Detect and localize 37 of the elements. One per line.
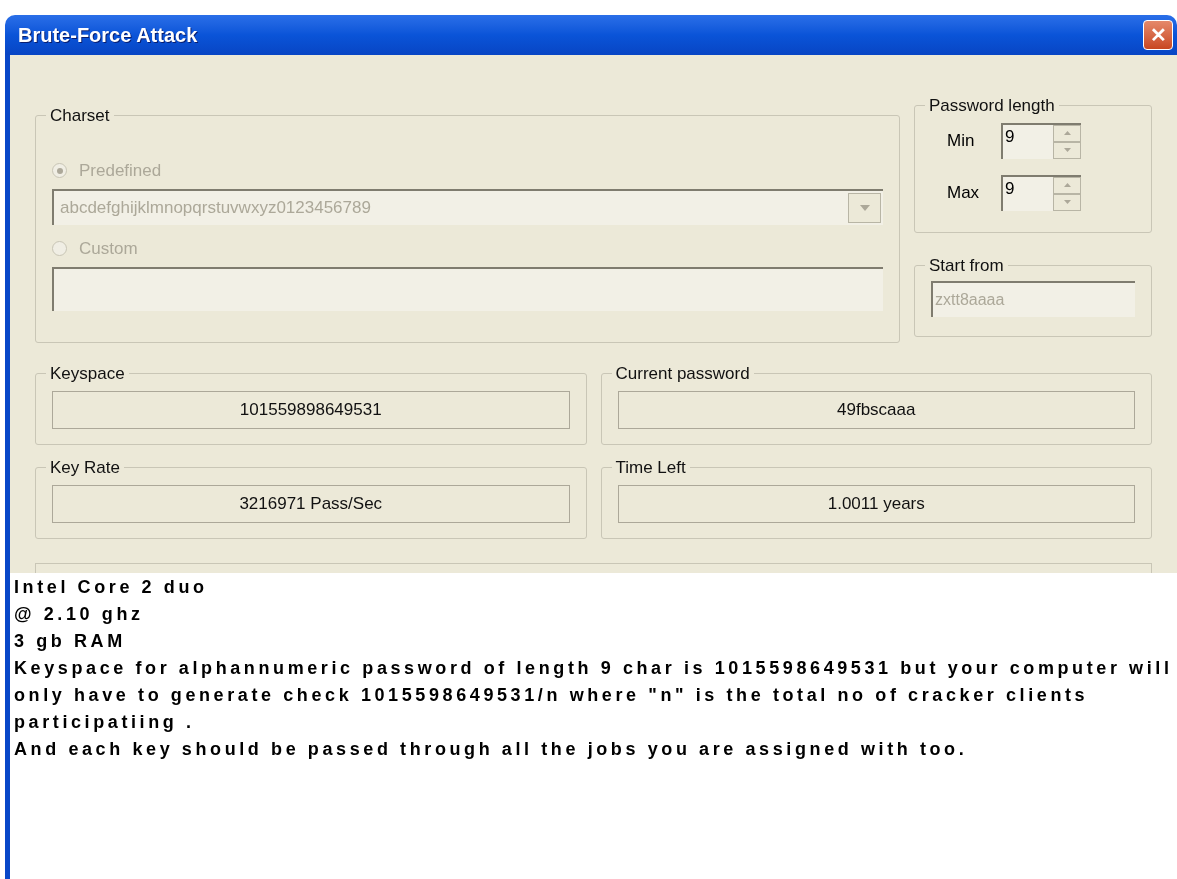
dropdown-value: abcdefghijklmnopqrstuvwxyz0123456789	[59, 196, 372, 219]
group-label: Password length	[928, 95, 1056, 117]
note-paragraph: Keyspace for alphannumeric password of length 9 char is 1015598649531 but your computer will only have to generate check 1015598649531/n where "n" is the total no of cracker clients participatiing .	[14, 657, 1173, 734]
radio-label: Custom	[79, 237, 138, 260]
window-title: Brute-Force Attack	[18, 23, 198, 48]
radio-label: Predefined	[79, 159, 162, 182]
note-line: 3 gb RAM	[14, 630, 127, 653]
field-label: Max	[946, 181, 981, 204]
spin-value: 9	[1004, 177, 1016, 200]
value-text: 3216971 Pass/Sec	[239, 492, 383, 515]
field-label: Min	[946, 129, 976, 152]
up-arrow-icon	[1063, 131, 1071, 135]
group-label: Key Rate	[49, 457, 121, 479]
note-line: @ 2.10 ghz	[14, 603, 145, 626]
down-arrow-icon	[1063, 200, 1071, 204]
dropdown-arrow-button[interactable]	[848, 192, 881, 223]
group-label: Keyspace	[49, 363, 126, 385]
up-arrow-icon	[1063, 183, 1071, 187]
group-label: Charset	[49, 105, 111, 127]
spin-value: 9	[1004, 125, 1016, 148]
custom-charset-field[interactable]	[52, 266, 883, 311]
group-label: Time Left	[614, 457, 687, 479]
value-text: 1.0011 years	[827, 492, 925, 515]
spin-field[interactable]: 9	[1001, 174, 1081, 211]
value-text: 101559898649531	[239, 398, 382, 421]
down-arrow-icon	[1063, 148, 1071, 152]
value-text: 49fbscaaa	[837, 398, 916, 421]
group-label: Start from	[928, 255, 1005, 277]
group-label: Current password	[614, 363, 751, 385]
field-value: zxtt8aaaa	[934, 289, 1005, 310]
note-paragraph: And each key should be passed through all the jobs you are assigned with too.	[14, 738, 969, 761]
spin-field[interactable]: 9	[1001, 122, 1081, 159]
caret-icon	[859, 204, 870, 211]
spin-up-button[interactable]	[1053, 124, 1081, 142]
close-button[interactable]: ✕	[1143, 20, 1173, 50]
spin-up-button[interactable]	[1053, 176, 1081, 194]
note-line: Intel Core 2 duo	[14, 576, 209, 599]
